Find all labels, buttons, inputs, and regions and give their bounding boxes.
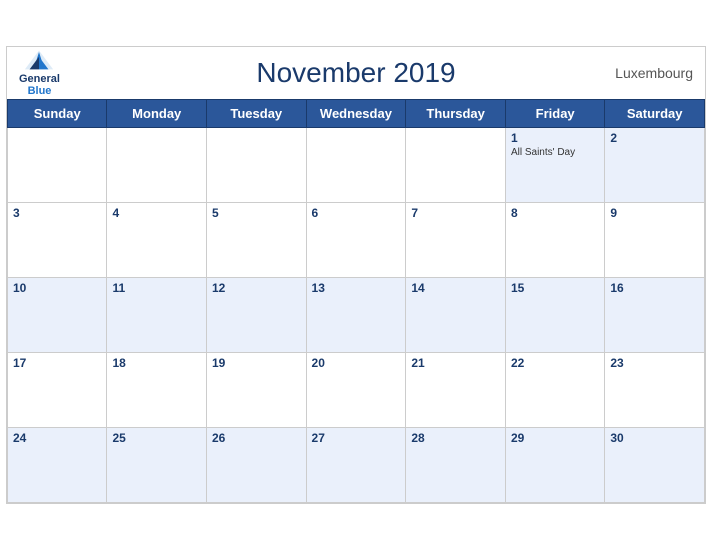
day-number: 5 bbox=[212, 206, 301, 220]
weekday-header-thursday: Thursday bbox=[406, 100, 506, 128]
day-cell: 11 bbox=[107, 278, 207, 353]
day-number: 16 bbox=[610, 281, 699, 295]
day-number: 12 bbox=[212, 281, 301, 295]
day-cell: 5 bbox=[207, 203, 307, 278]
day-cell: 4 bbox=[107, 203, 207, 278]
day-cell: 9 bbox=[605, 203, 705, 278]
day-cell: 25 bbox=[107, 428, 207, 503]
day-number: 18 bbox=[112, 356, 201, 370]
day-cell: 1 All Saints' Day bbox=[505, 128, 604, 203]
day-number: 24 bbox=[13, 431, 101, 445]
day-cell: 8 bbox=[505, 203, 604, 278]
weekday-header-wednesday: Wednesday bbox=[306, 100, 406, 128]
day-cell: 13 bbox=[306, 278, 406, 353]
day-number: 28 bbox=[411, 431, 500, 445]
day-cell bbox=[306, 128, 406, 203]
day-cell: 20 bbox=[306, 353, 406, 428]
weekday-header-saturday: Saturday bbox=[605, 100, 705, 128]
day-cell: 29 bbox=[505, 428, 604, 503]
day-cell: 26 bbox=[207, 428, 307, 503]
day-event: All Saints' Day bbox=[511, 147, 599, 158]
day-number: 11 bbox=[112, 281, 201, 295]
day-number: 10 bbox=[13, 281, 101, 295]
day-number: 4 bbox=[112, 206, 201, 220]
day-number: 1 bbox=[511, 131, 599, 145]
day-number: 27 bbox=[312, 431, 401, 445]
day-cell: 23 bbox=[605, 353, 705, 428]
country-label: Luxembourg bbox=[615, 65, 693, 81]
logo-icon bbox=[23, 49, 55, 71]
day-cell: 14 bbox=[406, 278, 506, 353]
week-row-5: 24 25 26 27 28 29 30 bbox=[8, 428, 705, 503]
day-cell bbox=[406, 128, 506, 203]
logo-general-text: General bbox=[19, 73, 60, 85]
calendar: General Blue November 2019 Luxembourg Su… bbox=[6, 46, 706, 504]
logo-blue-text: Blue bbox=[28, 85, 52, 97]
day-cell: 30 bbox=[605, 428, 705, 503]
day-cell: 2 bbox=[605, 128, 705, 203]
day-number: 2 bbox=[610, 131, 699, 145]
day-number: 30 bbox=[610, 431, 699, 445]
day-number: 21 bbox=[411, 356, 500, 370]
calendar-title: November 2019 bbox=[23, 57, 689, 89]
day-cell: 22 bbox=[505, 353, 604, 428]
day-number: 17 bbox=[13, 356, 101, 370]
day-cell: 16 bbox=[605, 278, 705, 353]
day-number: 19 bbox=[212, 356, 301, 370]
day-cell bbox=[8, 128, 107, 203]
logo: General Blue bbox=[19, 49, 60, 97]
day-number: 20 bbox=[312, 356, 401, 370]
day-cell: 3 bbox=[8, 203, 107, 278]
weekday-header-monday: Monday bbox=[107, 100, 207, 128]
day-number: 13 bbox=[312, 281, 401, 295]
day-number: 14 bbox=[411, 281, 500, 295]
day-cell: 6 bbox=[306, 203, 406, 278]
day-cell: 27 bbox=[306, 428, 406, 503]
day-cell: 17 bbox=[8, 353, 107, 428]
day-cell: 12 bbox=[207, 278, 307, 353]
calendar-header: General Blue November 2019 Luxembourg bbox=[7, 47, 705, 99]
day-number: 15 bbox=[511, 281, 599, 295]
day-cell: 21 bbox=[406, 353, 506, 428]
day-cell bbox=[207, 128, 307, 203]
day-number: 6 bbox=[312, 206, 401, 220]
day-number: 7 bbox=[411, 206, 500, 220]
weekday-header-tuesday: Tuesday bbox=[207, 100, 307, 128]
day-cell: 10 bbox=[8, 278, 107, 353]
week-row-4: 17 18 19 20 21 22 23 bbox=[8, 353, 705, 428]
day-number: 23 bbox=[610, 356, 699, 370]
day-number: 8 bbox=[511, 206, 599, 220]
weekday-header-row: SundayMondayTuesdayWednesdayThursdayFrid… bbox=[8, 100, 705, 128]
day-cell: 19 bbox=[207, 353, 307, 428]
day-number: 3 bbox=[13, 206, 101, 220]
day-number: 25 bbox=[112, 431, 201, 445]
day-cell: 18 bbox=[107, 353, 207, 428]
day-number: 29 bbox=[511, 431, 599, 445]
week-row-2: 3456789 bbox=[8, 203, 705, 278]
day-cell bbox=[107, 128, 207, 203]
weekday-header-friday: Friday bbox=[505, 100, 604, 128]
week-row-1: 1 All Saints' Day 2 bbox=[8, 128, 705, 203]
calendar-grid: SundayMondayTuesdayWednesdayThursdayFrid… bbox=[7, 99, 705, 503]
day-number: 26 bbox=[212, 431, 301, 445]
day-number: 9 bbox=[610, 206, 699, 220]
day-cell: 15 bbox=[505, 278, 604, 353]
weekday-header-sunday: Sunday bbox=[8, 100, 107, 128]
day-cell: 24 bbox=[8, 428, 107, 503]
day-cell: 28 bbox=[406, 428, 506, 503]
day-number: 22 bbox=[511, 356, 599, 370]
week-row-3: 10 11 12 13 14 15 16 bbox=[8, 278, 705, 353]
day-cell: 7 bbox=[406, 203, 506, 278]
